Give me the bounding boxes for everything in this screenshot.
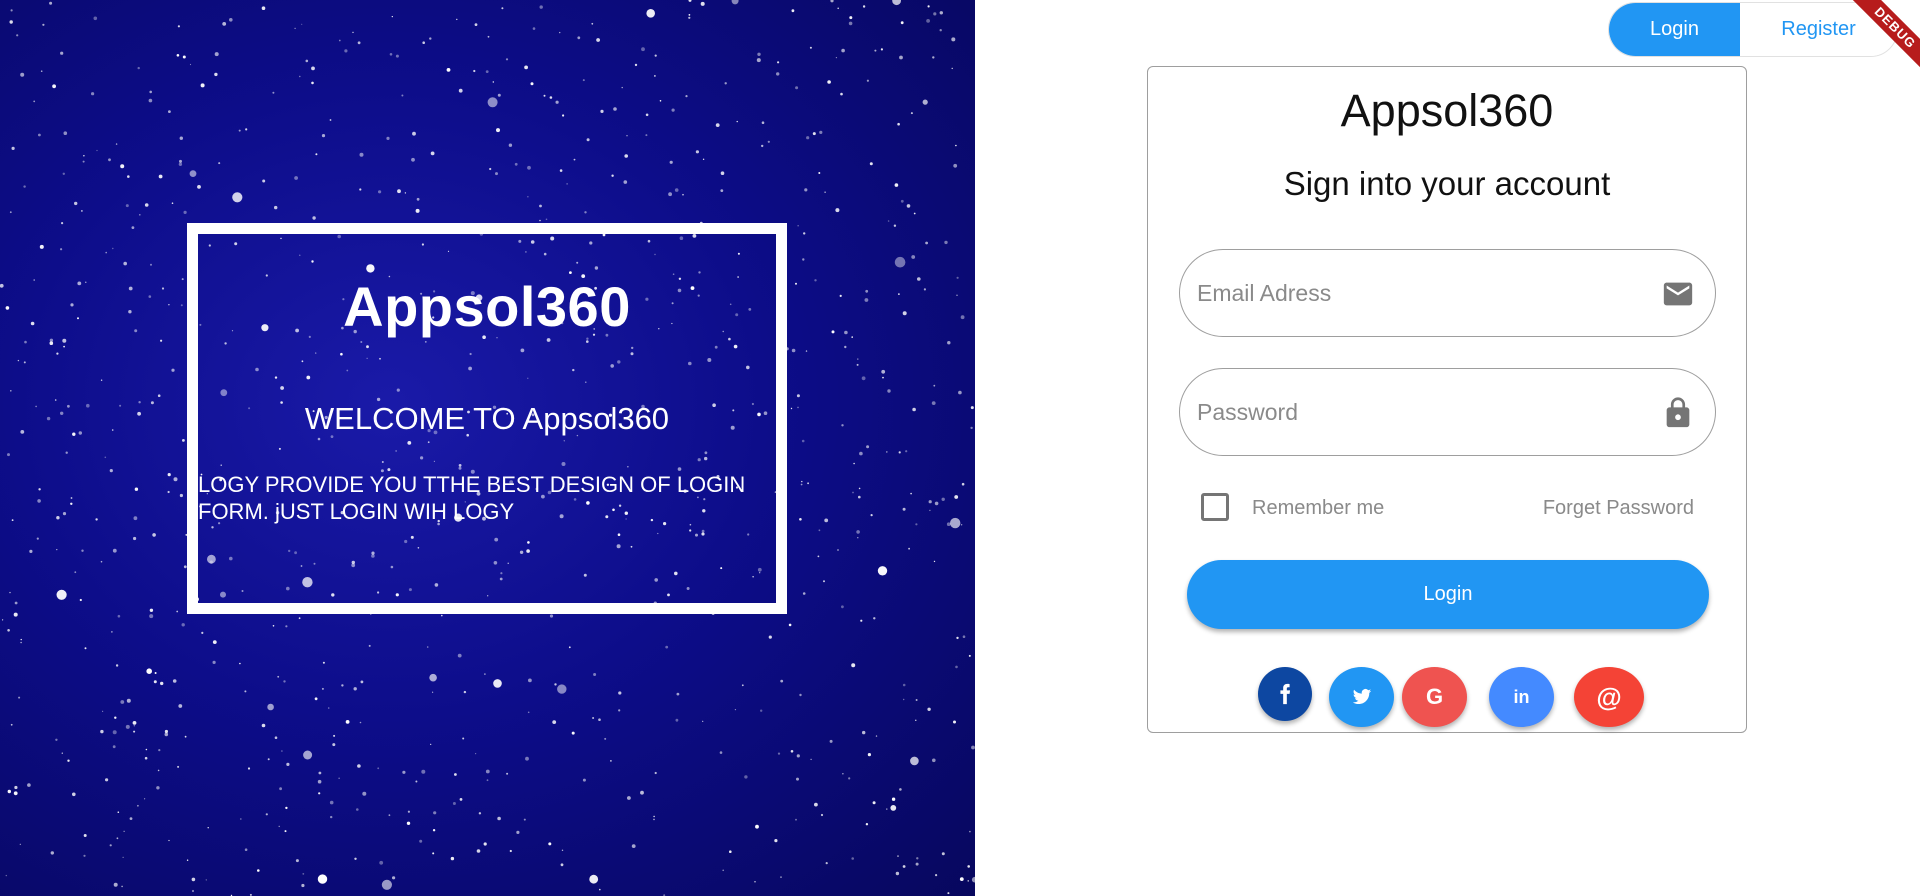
twitter-button[interactable] [1329,667,1394,727]
welcome-title: Appsol360 [343,275,631,338]
social-login-row: G in @ [1148,667,1746,727]
remember-label: Remember me [1252,497,1385,519]
remember-row: Remember me Forget Password [1201,493,1694,525]
starfield-panel: Appsol360 WELCOME TO Appsol360 LOGY PROV… [0,0,975,896]
lock-icon [1661,396,1695,430]
forget-password-link[interactable]: Forget Password [1543,497,1694,520]
google-button[interactable]: G [1402,667,1467,727]
welcome-box: Appsol360 WELCOME TO Appsol360 LOGY PROV… [187,223,787,614]
google-icon: G [1425,684,1444,709]
facebook-button[interactable] [1258,667,1312,721]
login-button[interactable]: Login [1187,560,1709,629]
welcome-subtitle: WELCOME TO Appsol360 [304,401,670,436]
welcome-description: LOGY PROVIDE YOU TTHE BEST DESIGN OF LOG… [198,472,746,524]
password-input[interactable] [1197,369,1617,455]
facebook-icon [1280,683,1291,705]
password-field [1179,368,1716,456]
card-subtitle: Sign into your account [1283,165,1611,202]
mail-icon [1661,277,1695,311]
card-title: Appsol360 [1340,85,1554,136]
at-sign-icon: @ [1596,681,1622,712]
linkedin-button[interactable]: in [1489,667,1554,727]
twitter-icon [1352,689,1371,704]
auth-tab-toggle: Login Register [1608,2,1898,57]
email-field [1179,249,1716,337]
remember-checkbox[interactable] [1201,493,1229,521]
email-input[interactable] [1197,250,1617,336]
email-button[interactable]: @ [1574,667,1644,727]
linkedin-icon: in [1513,686,1530,707]
tab-login[interactable]: Login [1609,3,1740,56]
login-card: Appsol360 Sign into your account Remembe… [1147,66,1747,733]
